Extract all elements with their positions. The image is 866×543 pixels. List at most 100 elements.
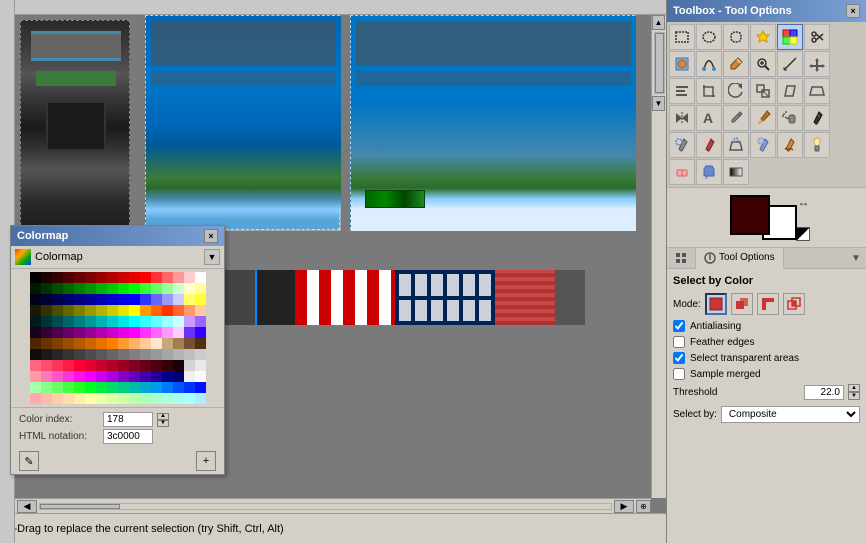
flip-tool[interactable] bbox=[669, 105, 695, 131]
colormap-add-btn[interactable]: + bbox=[196, 451, 216, 471]
small-selection bbox=[365, 190, 425, 208]
mode-intersect-btn[interactable] bbox=[783, 293, 805, 315]
scrollbar-vertical[interactable]: ▲ ▼ bbox=[651, 15, 666, 498]
rect-select-tool[interactable] bbox=[669, 24, 695, 50]
move-tool[interactable] bbox=[804, 51, 830, 77]
html-notation-label: HTML notation: bbox=[19, 431, 99, 442]
scrollbar-horizontal[interactable]: ◀ ▶ ⊕ bbox=[15, 498, 651, 513]
ruler-top bbox=[15, 0, 666, 15]
blur-sharpen-tool[interactable] bbox=[750, 132, 776, 158]
threshold-up[interactable]: ▲ bbox=[848, 384, 860, 392]
image-panel-1 bbox=[20, 20, 130, 235]
toolbox-title: Toolbox - Tool Options bbox=[673, 5, 792, 17]
colormap-close-button[interactable]: × bbox=[204, 229, 218, 243]
mode-subtract-btn[interactable] bbox=[757, 293, 779, 315]
color-palette-grid[interactable] bbox=[30, 272, 206, 404]
svg-text:A: A bbox=[703, 110, 713, 126]
foreground-select-tool[interactable] bbox=[669, 51, 695, 77]
tab-menu-btn[interactable]: ▼ bbox=[846, 248, 866, 268]
tools-row-3 bbox=[669, 78, 864, 104]
feather-edges-row: Feather edges bbox=[673, 336, 860, 348]
paintbrush-tool[interactable] bbox=[750, 105, 776, 131]
tab-tool-options[interactable]: Tool Options bbox=[696, 248, 784, 269]
main-canvas-area: ◀ ▶ ⊕ ▲ ▼ k-Drag to replace the current … bbox=[0, 0, 666, 543]
colormap-titlebar: Colormap × bbox=[11, 226, 224, 246]
dodge-burn-tool[interactable] bbox=[804, 132, 830, 158]
toolbox-close-button[interactable]: × bbox=[846, 4, 860, 18]
select-transparent-checkbox[interactable] bbox=[673, 352, 685, 364]
select-transparent-label: Select transparent areas bbox=[690, 353, 799, 364]
mode-add-btn[interactable] bbox=[731, 293, 753, 315]
tools-row-1 bbox=[669, 24, 864, 50]
tab-bar: Tool Options ▼ bbox=[667, 248, 866, 269]
colormap-label-row: Colormap bbox=[15, 249, 83, 265]
select-transparent-row: Select transparent areas bbox=[673, 352, 860, 364]
zoom-tool[interactable] bbox=[750, 51, 776, 77]
threshold-down[interactable]: ▼ bbox=[848, 392, 860, 400]
tools-row-4: A bbox=[669, 105, 864, 131]
colormap-label: Colormap bbox=[35, 251, 83, 263]
threshold-spinner[interactable]: ▲ ▼ bbox=[848, 384, 860, 400]
color-index-input[interactable] bbox=[103, 412, 153, 427]
antialiasing-label: Antialiasing bbox=[690, 321, 741, 332]
select-by-dropdown[interactable]: Composite Red Green Blue Alpha bbox=[721, 406, 860, 423]
tools-section: A bbox=[667, 22, 866, 188]
spinner-up[interactable]: ▲ bbox=[157, 413, 169, 420]
html-notation-input[interactable] bbox=[103, 429, 153, 444]
tools-row-6 bbox=[669, 159, 864, 185]
healing-tool[interactable] bbox=[696, 132, 722, 158]
color-index-spinner[interactable]: ▲ ▼ bbox=[157, 413, 169, 427]
sample-merged-label: Sample merged bbox=[690, 369, 761, 380]
fg-color-swatch[interactable] bbox=[730, 195, 770, 235]
select-by-color-tool[interactable] bbox=[777, 24, 803, 50]
colormap-edit-btn[interactable]: ✎ bbox=[19, 451, 39, 471]
color-swatches-area: ↔ bbox=[667, 188, 866, 248]
alignment-tool[interactable] bbox=[669, 78, 695, 104]
tools-row-5 bbox=[669, 132, 864, 158]
colormap-bottom: ✎ + bbox=[11, 448, 224, 474]
clone-tool[interactable] bbox=[669, 132, 695, 158]
mode-label: Mode: bbox=[673, 299, 701, 310]
scissors-select-tool[interactable] bbox=[804, 24, 830, 50]
colormap-menu-btn[interactable]: ▼ bbox=[204, 249, 220, 265]
swap-colors-icon[interactable]: ↔ bbox=[798, 195, 810, 209]
color-grid-container bbox=[11, 269, 224, 407]
tab-tool-options-label: Tool Options bbox=[719, 252, 775, 263]
color-picker-tool[interactable] bbox=[723, 51, 749, 77]
feather-edges-checkbox[interactable] bbox=[673, 336, 685, 348]
scale-tool[interactable] bbox=[750, 78, 776, 104]
perspective-clone-tool[interactable] bbox=[723, 132, 749, 158]
threshold-label: Threshold bbox=[673, 387, 800, 398]
bucket-fill-tool[interactable] bbox=[696, 159, 722, 185]
paths-tool[interactable] bbox=[696, 51, 722, 77]
color-index-label: Color index: bbox=[19, 414, 99, 425]
crop-tool[interactable] bbox=[696, 78, 722, 104]
tab-tools[interactable] bbox=[667, 248, 696, 268]
measure-tool[interactable] bbox=[777, 51, 803, 77]
antialiasing-row: Antialiasing bbox=[673, 320, 860, 332]
colormap-header: Colormap ▼ bbox=[11, 246, 224, 269]
antialiasing-checkbox[interactable] bbox=[673, 320, 685, 332]
shear-tool[interactable] bbox=[777, 78, 803, 104]
airbrush-tool[interactable] bbox=[777, 105, 803, 131]
fuzzy-select-tool[interactable] bbox=[750, 24, 776, 50]
eraser-tool[interactable] bbox=[669, 159, 695, 185]
spinner-down[interactable]: ▼ bbox=[157, 420, 169, 427]
reset-colors-icon[interactable] bbox=[796, 227, 810, 241]
ink-tool[interactable] bbox=[804, 105, 830, 131]
perspective-tool[interactable] bbox=[804, 78, 830, 104]
rotate-tool[interactable] bbox=[723, 78, 749, 104]
sample-merged-checkbox[interactable] bbox=[673, 368, 685, 380]
ellipse-select-tool[interactable] bbox=[696, 24, 722, 50]
blend-tool[interactable] bbox=[723, 159, 749, 185]
text-tool[interactable]: A bbox=[696, 105, 722, 131]
color-index-row: Color index: ▲ ▼ bbox=[19, 412, 216, 427]
image-panel-2 bbox=[145, 15, 340, 230]
feather-edges-label: Feather edges bbox=[690, 337, 755, 348]
lasso-select-tool[interactable] bbox=[723, 24, 749, 50]
smudge-tool[interactable] bbox=[777, 132, 803, 158]
threshold-input[interactable] bbox=[804, 385, 844, 400]
mode-replace-btn[interactable] bbox=[705, 293, 727, 315]
toolbox-titlebar: Toolbox - Tool Options × bbox=[667, 0, 866, 22]
pencil-tool[interactable] bbox=[723, 105, 749, 131]
